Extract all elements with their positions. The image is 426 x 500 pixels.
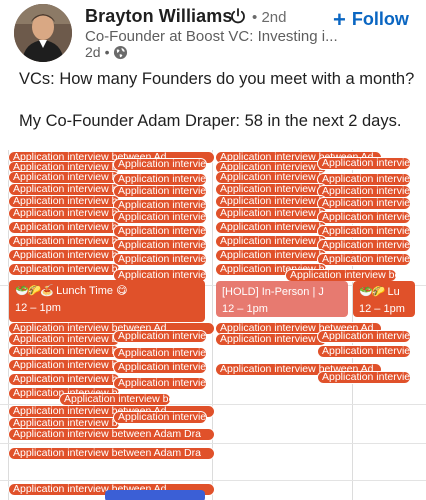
calendar-event[interactable]: Application intervie <box>318 346 410 357</box>
calendar-event[interactable]: Application intervie <box>318 226 410 237</box>
follow-button[interactable]: + Follow <box>333 6 409 32</box>
calendar-event[interactable]: Application intervie <box>318 254 410 265</box>
calendar-event[interactable]: Application interview between Ad <box>9 184 119 195</box>
lunch-right-title: Lu <box>387 286 400 298</box>
calendar-event[interactable]: Application intervie <box>318 174 410 185</box>
calendar-event[interactable]: Application intervie <box>114 378 206 389</box>
calendar-event[interactable]: Application intervie <box>114 348 206 359</box>
calendar-event[interactable]: Application intervie <box>114 240 206 251</box>
calendar-event[interactable]: Application interview between Ad <box>9 418 119 429</box>
post-meta: 2d • <box>85 44 128 60</box>
lunch-event-right[interactable]: 🥗🌮 Lu 12 – 1pm <box>353 281 415 317</box>
calendar-event[interactable]: Application intervie <box>114 159 206 170</box>
calendar-screenshot: Application interview between Ad Applica… <box>0 150 426 500</box>
calendar-event[interactable]: Application interview between Ad <box>216 208 326 219</box>
calendar-event-blue[interactable] <box>105 490 205 500</box>
calendar-event[interactable]: Application interview between Ad <box>216 334 326 345</box>
power-icon <box>229 7 247 25</box>
calendar-event[interactable]: Application intervie <box>114 362 206 373</box>
author-headline: Co-Founder at Boost VC: Investing i... <box>85 28 338 45</box>
calendar-event[interactable]: Application interview between Ad <box>9 264 119 275</box>
hold-title: [HOLD] In-Person | J <box>222 286 324 298</box>
calendar-event[interactable]: Application intervie <box>114 331 206 342</box>
lunch-time: 12 – 1pm <box>15 302 61 314</box>
plus-icon: + <box>333 6 346 32</box>
smile-emoji-icon: 😋 <box>116 285 128 297</box>
avatar[interactable] <box>14 4 72 62</box>
calendar-event[interactable]: Application interview between Ad <box>9 236 119 247</box>
calendar-event[interactable]: Application interview between Adam Dra <box>9 429 214 440</box>
lunch-title: Lunch Time <box>56 285 114 297</box>
calendar-event[interactable]: Application interview between Ad <box>9 250 119 261</box>
calendar-event[interactable]: Application intervie <box>114 200 206 211</box>
calendar-event[interactable]: Application intervie <box>318 198 410 209</box>
time-separator: • <box>104 44 110 60</box>
lunch-right-time: 12 – 1pm <box>359 303 405 315</box>
calendar-event[interactable]: Application intervie <box>114 254 206 265</box>
calendar-event[interactable]: Application interview between Ad <box>60 394 170 405</box>
food-emoji-icon: 🥗🌮 <box>359 286 385 298</box>
time-ago: 2d <box>85 44 101 60</box>
globe-icon <box>113 45 128 60</box>
calendar-event[interactable]: Application interview between Ad <box>9 346 119 357</box>
calendar-event[interactable]: Application interview between Ad <box>216 236 326 247</box>
calendar-event[interactable]: Application interview between Ad <box>216 250 326 261</box>
hold-event[interactable]: [HOLD] In-Person | J 12 – 1pm <box>216 281 348 317</box>
calendar-event[interactable]: Application intervie <box>114 412 206 423</box>
lunch-event[interactable]: 🥗🌮🍝 Lunch Time 😋 12 – 1pm <box>9 280 205 322</box>
calendar-event[interactable]: Application intervie <box>114 226 206 237</box>
calendar-event[interactable]: Application interview between Ad <box>9 374 119 385</box>
calendar-event[interactable]: Application interview between Ad <box>9 196 119 207</box>
calendar-event[interactable]: Application interview between Ad <box>9 222 119 233</box>
grid-line <box>0 480 426 481</box>
calendar-event[interactable]: Application interview between Ad <box>216 222 326 233</box>
calendar-event[interactable]: Application intervie <box>318 240 410 251</box>
calendar-event[interactable]: Application interview between Ad <box>216 172 326 183</box>
calendar-event[interactable]: Application interview between Ad <box>9 172 119 183</box>
post-header: Brayton Williams • 2nd Co-Founder at Boo… <box>0 0 426 66</box>
calendar-event[interactable]: Application intervie <box>318 186 410 197</box>
calendar-event[interactable]: Application interview between Ad <box>216 184 326 195</box>
calendar-event[interactable]: Application interview between Ad <box>216 196 326 207</box>
connection-degree: • 2nd <box>252 9 286 26</box>
calendar-event[interactable]: Application intervie <box>318 331 410 342</box>
calendar-event[interactable]: Application intervie <box>318 158 410 169</box>
calendar-event[interactable]: Application interview between Ad <box>286 270 396 281</box>
calendar-event[interactable]: Application interview between Adam Dra <box>9 448 214 459</box>
follow-label: Follow <box>351 9 409 29</box>
calendar-event[interactable]: Application intervie <box>114 186 206 197</box>
degree-separator: • <box>252 9 258 26</box>
degree-label: 2nd <box>261 9 287 26</box>
post-text-line-1: VCs: How many Founders do you meet with … <box>19 70 415 88</box>
grid-line <box>0 443 426 444</box>
calendar-event[interactable]: Application interview between Ad <box>9 334 119 345</box>
post-text-line-2: My Co-Founder Adam Draper: 58 in the nex… <box>19 112 402 130</box>
calendar-event[interactable]: Application interview between Ad <box>9 208 119 219</box>
calendar-event[interactable]: Application interview between Ad <box>9 360 119 371</box>
author-name[interactable]: Brayton Williams <box>85 6 232 27</box>
food-emoji-icon: 🥗🌮🍝 <box>15 285 54 297</box>
calendar-event[interactable]: Application intervie <box>318 372 410 383</box>
hold-time: 12 – 1pm <box>222 303 268 315</box>
calendar-event[interactable]: Application intervie <box>114 174 206 185</box>
calendar-event[interactable]: Application intervie <box>318 212 410 223</box>
calendar-event[interactable]: Application intervie <box>114 212 206 223</box>
